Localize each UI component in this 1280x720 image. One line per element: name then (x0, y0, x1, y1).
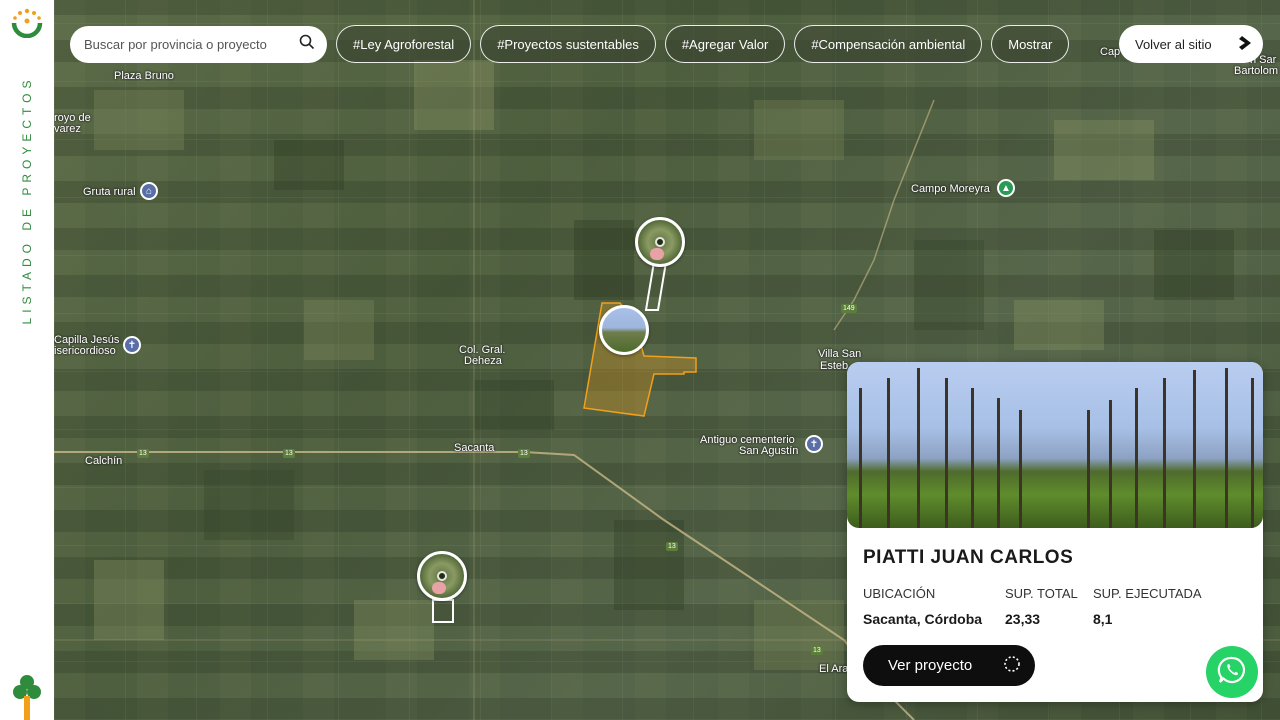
hand-icon (650, 248, 664, 260)
loader-icon (1003, 655, 1021, 677)
sup-total-label: SUP. TOTAL (1005, 586, 1078, 601)
road-shield: 13 (137, 449, 149, 458)
place-label: Villa San (818, 348, 862, 360)
church-icon[interactable]: ✝ (123, 336, 141, 354)
sup-total-value: 23,33 (1005, 611, 1041, 627)
place-label: Bartolom (1234, 65, 1279, 77)
project-title: PIATTI JUAN CARLOS (863, 547, 1074, 568)
marker-center-dot (437, 571, 447, 581)
project-marker[interactable] (635, 217, 685, 267)
place-label: Sacanta (454, 442, 495, 454)
whatsapp-button[interactable] (1206, 646, 1258, 698)
tag-proyectos-sustentables[interactable]: #Proyectos sustentables (480, 25, 656, 63)
ubicacion-value: Sacanta, Córdoba (863, 611, 983, 627)
cemetery-icon[interactable]: ✝ (805, 435, 823, 453)
project-photo (847, 362, 1263, 528)
marker-center-dot (655, 237, 665, 247)
place-label: El Ara (819, 663, 849, 675)
logo-icon[interactable] (10, 8, 44, 39)
search-icon[interactable] (299, 34, 315, 55)
tag-mostrar[interactable]: Mostrar (991, 25, 1070, 63)
project-list-toggle[interactable]: LISTADO DE PROYECTOS (20, 76, 34, 325)
road-shield: 13 (666, 542, 678, 551)
place-label: isericordioso (54, 345, 116, 357)
back-to-site-button[interactable]: Volver al sitio (1119, 25, 1263, 63)
sup-ejecutada-label: SUP. EJECUTADA (1093, 586, 1202, 601)
park-icon[interactable]: ▲ (997, 179, 1015, 197)
place-label: Deheza (464, 355, 502, 367)
road-shield: 149 (841, 304, 857, 313)
whatsapp-icon (1217, 655, 1247, 690)
arrow-right-icon (1237, 35, 1253, 54)
place-label: Cap (1100, 46, 1121, 58)
tag-filter-bar: #Ley Agroforestal #Proyectos sustentable… (336, 25, 1085, 63)
place-label: varez (54, 123, 81, 135)
view-project-label: Ver proyecto (888, 657, 973, 674)
tag-agregar-valor[interactable]: #Agregar Valor (664, 25, 786, 63)
tree-icon (12, 672, 42, 720)
tag-ley-agroforestal[interactable]: #Ley Agroforestal (336, 25, 472, 63)
project-marker[interactable] (417, 551, 467, 601)
tag-compensacion-ambiental[interactable]: #Compensación ambiental (794, 25, 983, 63)
ubicacion-label: UBICACIÓN (863, 586, 936, 601)
place-label: Esteb (820, 360, 849, 372)
project-marker-selected[interactable] (599, 305, 649, 355)
sup-ejecutada-value: 8,1 (1093, 611, 1113, 627)
hand-icon (432, 582, 446, 594)
church-icon[interactable]: ⌂ (140, 182, 158, 200)
place-label: Campo Moreyra (911, 183, 990, 195)
place-label: San Agustín (739, 445, 799, 457)
view-project-button[interactable]: Ver proyecto (863, 645, 1035, 686)
project-polygon (644, 261, 668, 311)
project-card: PIATTI JUAN CARLOS UBICACIÓN SUP. TOTAL … (847, 362, 1263, 702)
road-shield: 13 (283, 449, 295, 458)
search-input[interactable]: Buscar por provincia o proyecto (84, 37, 299, 52)
place-label: Gruta rural (83, 186, 136, 198)
place-label: Plaza Bruno (114, 70, 174, 82)
back-to-site-label: Volver al sitio (1135, 36, 1212, 52)
road-shield: 13 (518, 449, 530, 458)
sidebar: LISTADO DE PROYECTOS (0, 0, 54, 720)
road-shield: 13 (811, 646, 823, 655)
project-polygon (432, 599, 454, 623)
search-bar[interactable]: Buscar por provincia o proyecto (70, 26, 327, 63)
place-label: Calchín (85, 455, 123, 467)
